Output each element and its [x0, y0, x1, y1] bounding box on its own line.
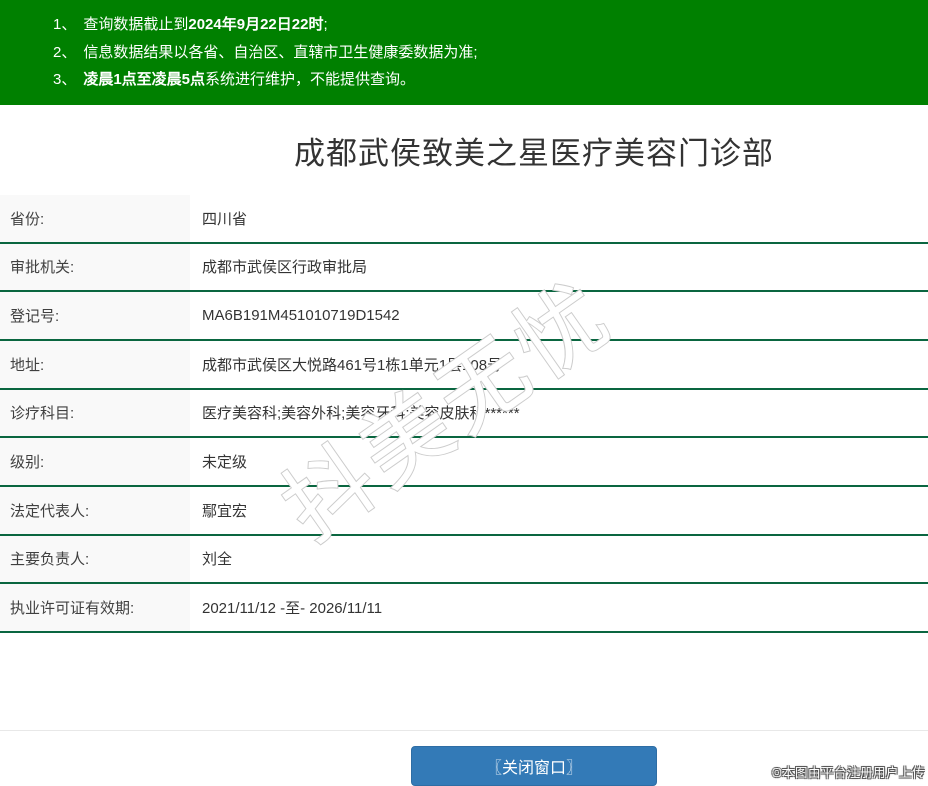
row-value: 鄢宜宏 — [202, 502, 248, 520]
row-value: 未定级 — [202, 454, 248, 472]
table-row-main-person-in-charge: 主要负责人: 刘全 — [0, 535, 928, 585]
row-value: MA6B191M451010719D1542 — [202, 307, 400, 325]
institution-info-table: 省份: 四川省 审批机关: 成都市武侯区行政审批局 登记号: MA6B191M4… — [0, 195, 928, 633]
row-value: 2021/11/12 -至- 2026/11/11 — [202, 600, 383, 618]
notice-bar: 1、 查询数据截止到2024年9月22日22时; 2、 信息数据结果以各省、自治区、… — [0, 0, 928, 105]
notice-line-number: 2、 — [53, 43, 77, 61]
table-row-license-validity: 执业许可证有效期: 2021/11/12 -至- 2026/11/11 — [0, 584, 928, 633]
table-row-address: 地址: 成都市武侯区大悦路461号1栋1单元1层108号 — [0, 340, 928, 390]
notice-text: 系统进行维护，不能提供查询。 — [205, 71, 416, 88]
title-row: 成都武侯致美之星医疗美容门诊部 — [70, 105, 928, 195]
notice-line-2: 2、 信息数据结果以各省、自治区、直辖市卫生健康委数据为准; — [53, 39, 928, 67]
row-label: 主要负责人: — [0, 535, 190, 583]
copyright-watermark: ©本图由平台注册用户上传 — [772, 766, 925, 780]
notice-text-bold: 2024年9月22日22时 — [188, 16, 324, 33]
row-label: 地址: — [0, 340, 190, 388]
close-window-button[interactable]: 〖关闭窗口〗 — [411, 746, 657, 786]
page-title: 成都武侯致美之星医疗美容门诊部 — [294, 135, 774, 171]
table-row-legal-representative: 法定代表人: 鄢宜宏 — [0, 486, 928, 536]
table-row-approval-authority: 审批机关: 成都市武侯区行政审批局 — [0, 243, 928, 293]
row-label: 审批机关: — [0, 243, 190, 291]
table-row-level: 级别: 未定级 — [0, 438, 928, 487]
row-value: 成都市武侯区行政审批局 — [202, 259, 368, 277]
notice-line-number: 1、 — [53, 16, 77, 33]
notice-text: ; — [323, 16, 328, 33]
table-row-registration-number: 登记号: MA6B191M451010719D1542 — [0, 292, 928, 341]
row-label: 诊疗科目: — [0, 389, 190, 437]
row-value: 成都市武侯区大悦路461号1栋1单元1层108号 — [202, 356, 503, 374]
table-row-province: 省份: 四川省 — [0, 195, 928, 244]
row-label: 级别: — [0, 438, 190, 485]
row-label: 执业许可证有效期: — [0, 584, 190, 631]
row-value: 医疗美容科;美容外科;美容牙科;美容皮肤科****** — [202, 405, 520, 423]
table-row-medical-subjects: 诊疗科目: 医疗美容科;美容外科;美容牙科;美容皮肤科****** — [0, 389, 928, 439]
row-label: 登记号: — [0, 292, 190, 339]
notice-text: 信息数据结果以各省、自治区、直辖市卫生健康委数据为准; — [83, 43, 478, 61]
row-value: 四川省 — [202, 210, 248, 228]
notice-line-1: 1、 查询数据截止到2024年9月22日22时; — [53, 11, 928, 39]
notice-text: 查询数据截止到 — [83, 16, 189, 33]
row-label: 法定代表人: — [0, 486, 190, 534]
notice-line-number: 3、 — [53, 71, 77, 88]
notice-text-bold: 凌晨1点至凌晨5点 — [83, 71, 206, 88]
row-label: 省份: — [0, 195, 190, 242]
row-value: 刘全 — [202, 551, 233, 569]
footer-divider — [0, 730, 928, 731]
notice-line-3: 3、 凌晨1点至凌晨5点系统进行维护，不能提供查询。 — [53, 66, 928, 94]
